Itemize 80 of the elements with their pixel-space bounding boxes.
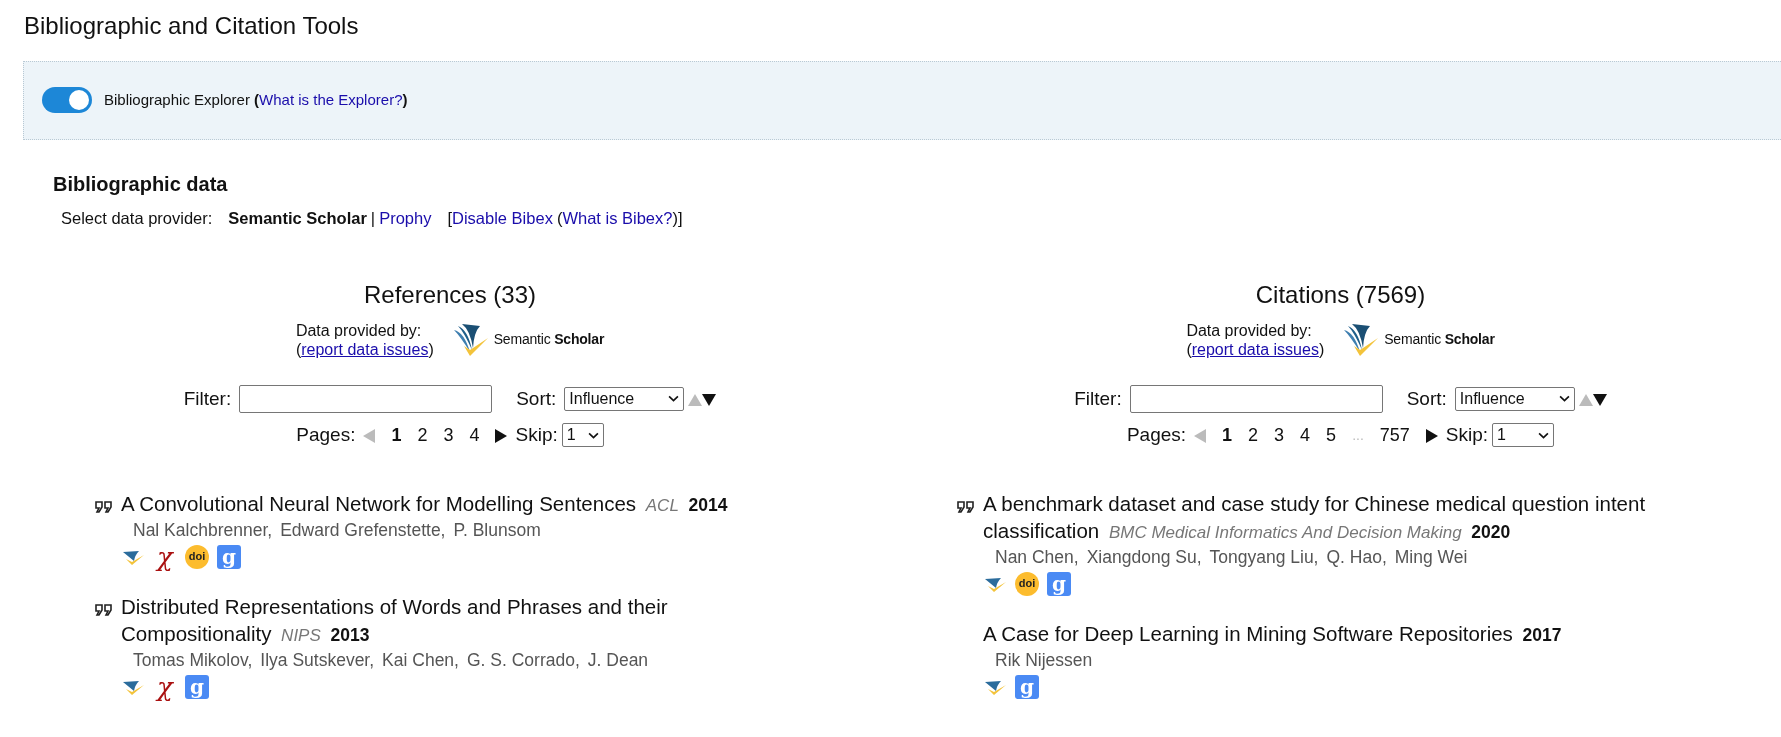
bibex-help-link[interactable]: What is Bibex?: [562, 205, 673, 231]
author-name[interactable]: J. Dean: [587, 648, 649, 671]
skip-dropdown[interactable]: 1: [561, 423, 604, 448]
author-name[interactable]: Tomas Mikolov,: [133, 648, 253, 671]
page-link[interactable]: 2: [409, 421, 436, 449]
doi-icon[interactable]: doi: [1015, 571, 1039, 596]
paren: (: [556, 207, 563, 229]
author-name[interactable]: Kai Chen,: [382, 648, 459, 671]
skip-label: Skip:: [1445, 423, 1489, 448]
column-heading: References (33): [363, 279, 537, 310]
paren: (: [295, 340, 302, 358]
page-link[interactable]: 3: [435, 421, 462, 449]
page-link[interactable]: 2: [1240, 421, 1267, 449]
arxiv-icon[interactable]: χ: [153, 544, 177, 569]
semantic-scholar-logo-text: Semantic Scholar: [1384, 330, 1495, 350]
explorer-help-link[interactable]: What is the Explorer?: [259, 91, 403, 109]
doi-icon[interactable]: doi: [185, 544, 209, 569]
author-name[interactable]: G. S. Corrado,: [466, 648, 580, 671]
report-issues-link[interactable]: report data issues: [1191, 340, 1319, 358]
page-ellipsis: ...: [1351, 425, 1365, 445]
filter-field[interactable]: [1129, 384, 1383, 413]
filter-label: Filter:: [183, 386, 232, 411]
paper-citation[interactable]: Distributed Representations of Words and Phrases and their Compositionality NIPS 2013: [121, 592, 801, 649]
paper-citation[interactable]: A Case for Deep Learning in Mining Software Repositories 2017: [983, 619, 1562, 649]
filter-field[interactable]: [239, 384, 493, 413]
arxiv-icon[interactable]: χ: [153, 674, 177, 699]
caret-icon: [1558, 395, 1570, 403]
quote-icon[interactable]: [95, 501, 113, 514]
separator: |: [370, 207, 376, 229]
provided-by-label: Data provided by:: [1186, 320, 1313, 340]
section-title: Bibliographic data: [53, 171, 229, 196]
page-link[interactable]: 4: [461, 421, 488, 449]
author-name[interactable]: Xiangdong Su,: [1086, 545, 1202, 568]
page-link[interactable]: 1: [1214, 421, 1241, 449]
author-name[interactable]: Nan Chen,: [995, 545, 1079, 568]
page-link[interactable]: 757: [1371, 421, 1418, 449]
paper-citation[interactable]: A Convolutional Neural Network for Modelling Sentences ACL 2014: [121, 489, 728, 519]
pages-label: Pages:: [296, 423, 356, 448]
author-name[interactable]: Tongyang Liu,: [1209, 545, 1319, 568]
column-heading: Citations (7569): [1255, 279, 1426, 310]
sort-label: Sort:: [1406, 386, 1447, 411]
explorer-label: Bibliographic Explorer (What is the Explorer?): [104, 90, 408, 111]
quote-icon[interactable]: [957, 501, 975, 514]
skip-label: Skip:: [515, 423, 558, 448]
page-link[interactable]: 4: [1292, 421, 1319, 449]
provider-label: Select data provider:: [61, 207, 213, 229]
page-link[interactable]: 5: [1318, 421, 1345, 449]
paren: ): [1318, 340, 1325, 358]
disable-bibex-link[interactable]: Disable Bibex: [452, 205, 553, 231]
filter-label: Filter:: [1074, 386, 1122, 411]
provider-link[interactable]: Prophy: [379, 205, 432, 231]
author-name[interactable]: Edward Grefenstette,: [280, 518, 446, 541]
author-name[interactable]: Rik Nijessen: [995, 648, 1093, 671]
semantic-scholar-logo-text: Semantic Scholar: [493, 330, 605, 350]
paren: (: [1186, 340, 1192, 358]
author-name[interactable]: Ming Wei: [1394, 545, 1468, 568]
bracket: [: [447, 207, 452, 229]
page-title: Bibliographic and Citation Tools: [24, 12, 360, 41]
page-link[interactable]: 1: [383, 421, 410, 449]
provided-by-label: Data provided by:: [295, 320, 423, 340]
caret-icon: [668, 395, 680, 403]
caret-icon: [587, 431, 599, 439]
author-name[interactable]: P. Blunsom: [453, 518, 541, 541]
sort-label: Sort:: [516, 386, 557, 411]
author-name[interactable]: Nal Kalchbrenner,: [133, 518, 273, 541]
selected-provider: Semantic Scholar: [228, 207, 367, 229]
pages-label: Pages:: [1126, 423, 1187, 448]
paren: ): [428, 340, 434, 358]
quote-icon[interactable]: [95, 604, 113, 617]
bracket: )]: [672, 207, 683, 229]
author-name[interactable]: Q. Hao,: [1326, 545, 1387, 568]
sort-dropdown[interactable]: Influence: [564, 386, 685, 411]
explorer-toggle[interactable]: [42, 87, 92, 114]
report-issues-link[interactable]: report data issues: [301, 340, 429, 358]
caret-icon: [1538, 431, 1550, 439]
author-name[interactable]: Ilya Sutskever,: [260, 648, 375, 671]
skip-dropdown[interactable]: 1: [1492, 423, 1555, 448]
sort-dropdown[interactable]: Influence: [1454, 386, 1575, 411]
page-link[interactable]: 3: [1266, 421, 1293, 449]
paper-citation[interactable]: A benchmark dataset and case study for Chinese medical question intent classification BMC Medical Informatics And Decision Making 2020: [983, 489, 1703, 546]
